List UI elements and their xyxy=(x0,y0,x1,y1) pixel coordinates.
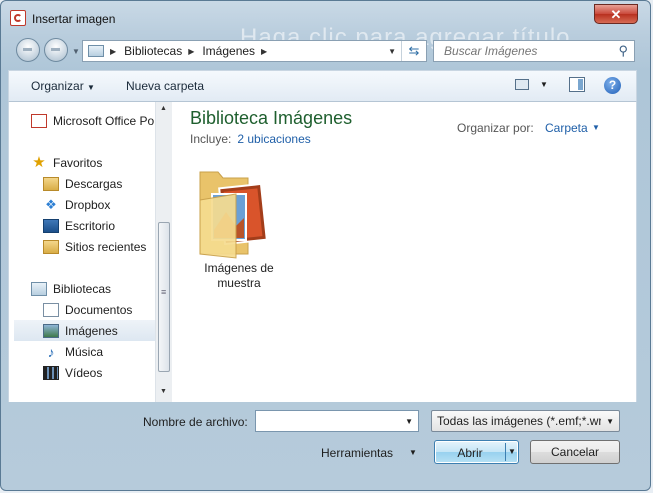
filename-label: Nombre de archivo: xyxy=(143,415,248,429)
address-bar[interactable]: ▶ Bibliotecas ▶ Imágenes ▶ ▼ xyxy=(82,40,427,62)
open-options-dropdown-icon[interactable]: ▼ xyxy=(508,447,516,456)
navigation-pane: Microsoft Office Po ★ Favoritos Descarga… xyxy=(9,102,155,402)
folder-label[interactable]: Imágenes de muestra xyxy=(188,261,290,291)
nav-header-bibliotecas[interactable]: Bibliotecas xyxy=(31,278,155,299)
nav-header-label: Favoritos xyxy=(53,155,103,170)
nav-item-label: Música xyxy=(65,344,104,359)
nav-item-escritorio[interactable]: Escritorio xyxy=(43,215,155,236)
refresh-icon[interactable]: ⇆ xyxy=(401,41,426,61)
music-icon: ♪ xyxy=(47,343,55,360)
nav-item-label: Escritorio xyxy=(65,218,116,233)
cancel-button[interactable]: Cancelar xyxy=(530,440,620,464)
nav-item-label: Vídeos xyxy=(65,365,103,380)
view-options-dropdown-icon[interactable]: ▼ xyxy=(540,80,548,89)
arrange-dropdown-icon[interactable]: ▼ xyxy=(592,123,600,132)
organize-button[interactable]: Organizar ▼ xyxy=(31,79,95,93)
help-icon[interactable]: ? xyxy=(604,77,621,94)
nav-item-descargas[interactable]: Descargas xyxy=(43,173,155,194)
dropbox-icon: ❖ xyxy=(45,196,57,212)
scrollbar-thumb[interactable] xyxy=(158,222,170,372)
nav-item-label: Documentos xyxy=(65,302,133,317)
back-button[interactable] xyxy=(16,38,40,62)
arrange-by-label: Organizar por: xyxy=(457,121,534,135)
videos-icon xyxy=(43,365,59,380)
file-type-select[interactable]: Todas las imágenes (*.emf;*.wr ▼ xyxy=(431,410,620,432)
chevron-down-icon[interactable]: ▼ xyxy=(405,417,413,426)
recent-locations-dropdown[interactable]: ▼ xyxy=(72,47,80,56)
breadcrumb-bibliotecas[interactable]: Bibliotecas xyxy=(124,44,182,58)
nav-item-dropbox[interactable]: ❖ Dropbox xyxy=(43,194,155,215)
includes-label: Incluye: xyxy=(190,132,232,146)
nav-item-microsoft-office[interactable]: Microsoft Office Po xyxy=(31,110,155,131)
recent-places-icon xyxy=(43,239,59,254)
arrange-by-value[interactable]: Carpeta xyxy=(545,121,588,135)
nav-item-label: Descargas xyxy=(65,176,123,191)
split-divider xyxy=(505,443,506,461)
nav-item-label: Dropbox xyxy=(65,197,111,212)
search-box[interactable]: ⚲ xyxy=(433,40,635,62)
nav-item-label: Imágenes xyxy=(65,323,118,338)
folder-label-line1: Imágenes de xyxy=(204,261,274,275)
chevron-right-icon[interactable]: ▶ xyxy=(188,47,194,56)
new-folder-button[interactable]: Nueva carpeta xyxy=(126,79,204,93)
nav-item-videos[interactable]: Vídeos xyxy=(43,362,155,383)
folder-label-line2: muestra xyxy=(217,276,261,290)
star-icon: ★ xyxy=(32,153,46,171)
scroll-up-icon[interactable]: ▲ xyxy=(160,105,167,112)
change-view-icon[interactable] xyxy=(515,79,529,90)
open-label: Abrir xyxy=(457,446,483,460)
nav-item-label: Microsoft Office Po xyxy=(53,113,155,128)
file-type-value: Todas las imágenes (*.emf;*.wr xyxy=(437,414,601,428)
library-includes: Incluye: 2 ubicaciones xyxy=(190,132,311,146)
forward-button[interactable] xyxy=(44,38,68,62)
filename-combobox[interactable]: ▼ xyxy=(255,410,419,432)
tools-button[interactable]: Herramientas xyxy=(321,446,393,460)
tools-dropdown-icon[interactable]: ▼ xyxy=(409,448,417,457)
nav-item-musica[interactable]: ♪ Música xyxy=(43,341,155,362)
chevron-down-icon: ▼ xyxy=(606,416,614,426)
nav-item-documentos[interactable]: Documentos xyxy=(43,299,155,320)
nav-item-imagenes[interactable]: Imágenes xyxy=(14,320,155,341)
breadcrumb-imagenes[interactable]: Imágenes xyxy=(202,44,255,58)
nav-item-label: Sitios recientes xyxy=(65,239,147,254)
filename-input[interactable] xyxy=(260,413,404,429)
folder-with-pictures-icon[interactable] xyxy=(196,160,276,260)
chevron-right-icon[interactable]: ▶ xyxy=(110,47,116,56)
window-title: Insertar imagen xyxy=(32,12,116,26)
nav-header-label: Bibliotecas xyxy=(53,281,112,296)
close-button[interactable]: ✕ xyxy=(594,4,638,24)
search-input[interactable] xyxy=(442,43,616,59)
libraries-icon xyxy=(88,45,104,57)
preview-pane-icon[interactable] xyxy=(569,77,585,92)
chevron-right-icon[interactable]: ▶ xyxy=(261,47,267,56)
scroll-down-icon[interactable]: ▼ xyxy=(160,388,167,395)
library-title: Biblioteca Imágenes xyxy=(190,108,353,128)
search-icon[interactable]: ⚲ xyxy=(618,43,628,59)
downloads-folder-icon xyxy=(43,176,59,191)
nav-pane-scrollbar[interactable]: ▲ ▼ xyxy=(155,102,172,402)
locations-link[interactable]: 2 ubicaciones xyxy=(237,132,310,146)
pictures-icon xyxy=(43,323,59,338)
address-dropdown-icon[interactable]: ▼ xyxy=(388,47,396,56)
open-button[interactable]: Abrir ▼ xyxy=(434,440,519,464)
office-icon xyxy=(31,113,47,128)
powerpoint-app-icon xyxy=(10,10,26,26)
chevron-down-icon: ▼ xyxy=(87,83,95,92)
desktop-icon xyxy=(43,218,59,233)
documents-icon xyxy=(43,302,59,317)
nav-item-sitios-recientes[interactable]: Sitios recientes xyxy=(43,236,155,257)
nav-header-favoritos[interactable]: ★ Favoritos xyxy=(31,152,155,173)
organize-label: Organizar xyxy=(31,79,84,93)
libraries-icon xyxy=(31,281,47,296)
